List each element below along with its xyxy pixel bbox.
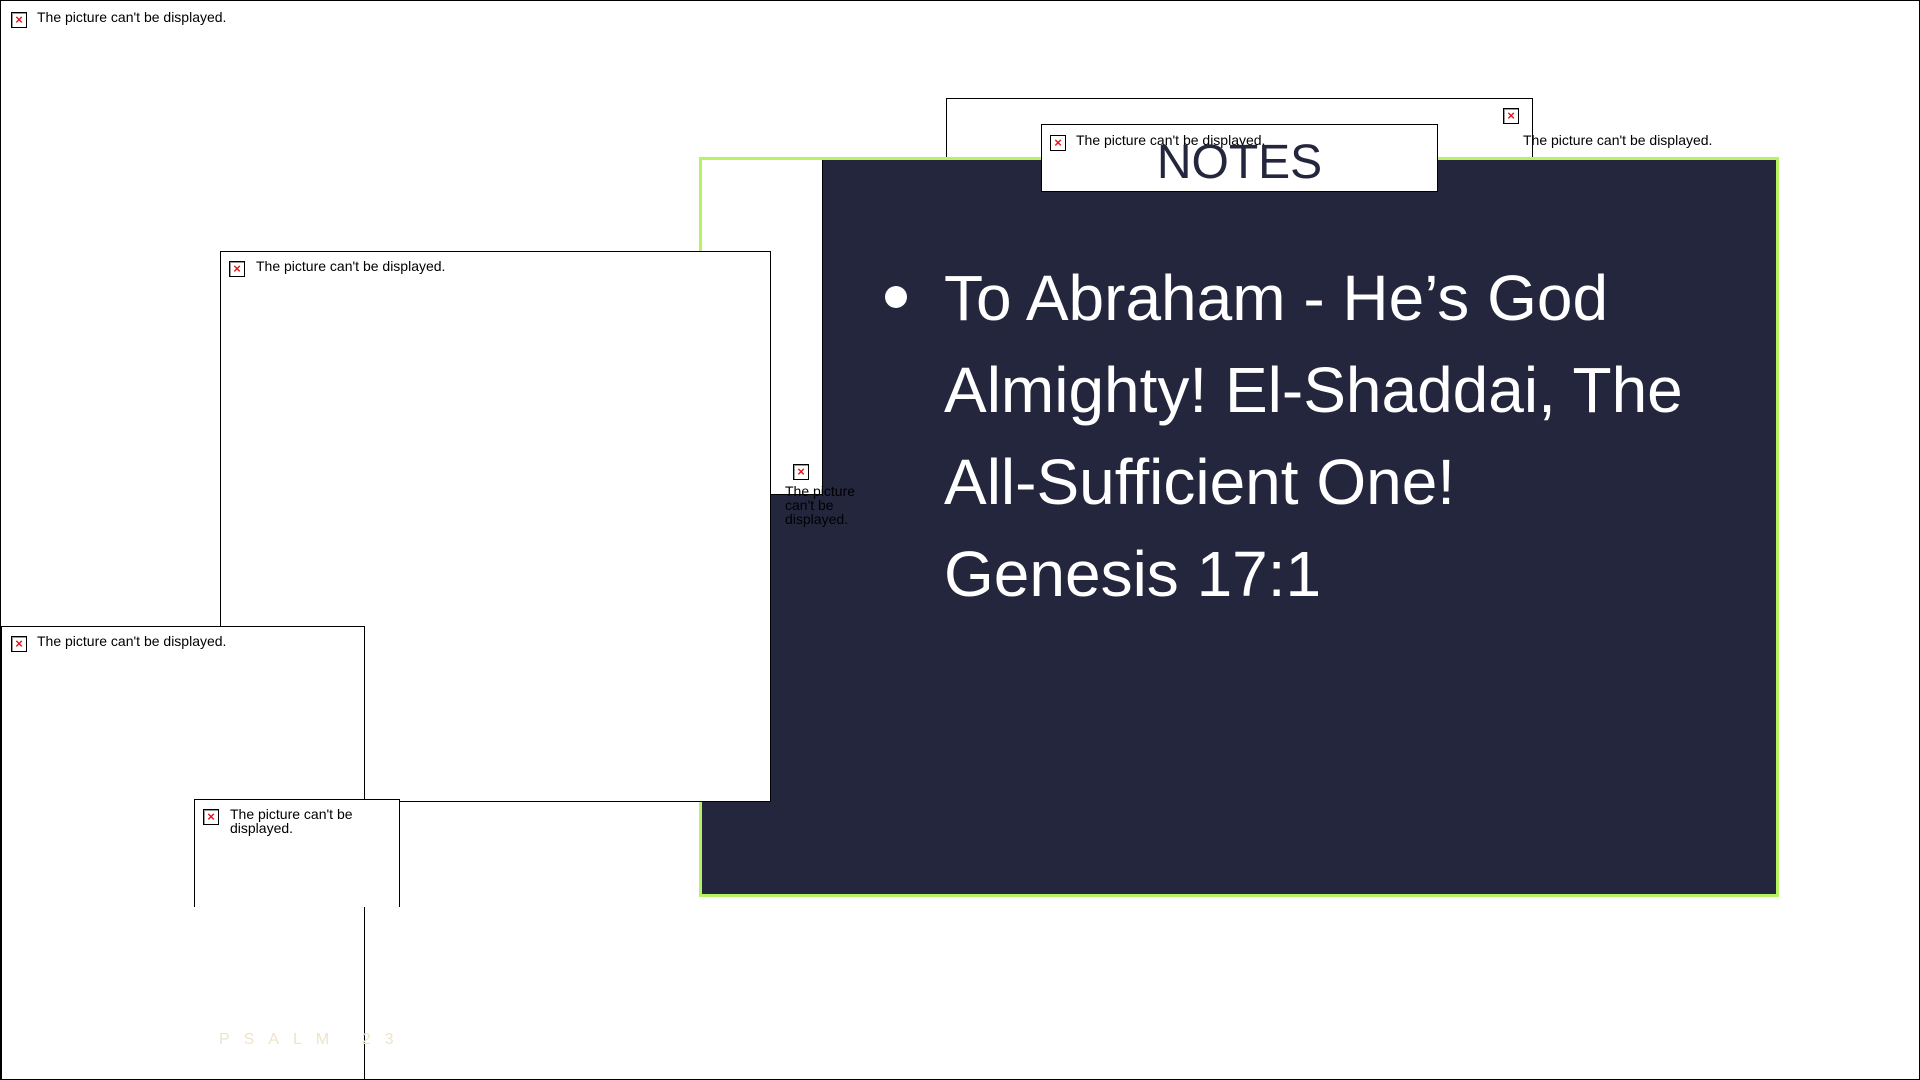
broken-picture-panel-edge: × The picture can't be displayed. [785, 464, 865, 528]
broken-picture-top-right: The picture can't be displayed. [1523, 132, 1723, 152]
broken-picture-message: The picture can't be displayed. [37, 633, 227, 649]
broken-image-icon: × [793, 464, 809, 480]
slide-canvas: × The picture can't be displayed. × The … [0, 0, 1920, 1080]
broken-image-icon: × [203, 809, 219, 825]
broken-image-icon: × [11, 12, 27, 28]
broken-picture-background: × The picture can't be displayed. [9, 9, 269, 33]
broken-picture-message: The picture can't be displayed. [256, 258, 446, 274]
broken-image-icon: × [11, 636, 27, 652]
bullet-icon [885, 286, 907, 308]
notes-title-box: × The picture can't be displayed. NOTES [1041, 124, 1438, 192]
psalm-label: PSALM 23 [219, 1031, 408, 1048]
broken-image-icon: × [1503, 108, 1519, 124]
notes-bullet-text: To Abraham - He’s God Almighty! El-Shadd… [944, 262, 1683, 610]
broken-picture-message: The picture can't be displayed. [785, 483, 856, 527]
broken-picture-message: The picture can't be displayed. [1523, 132, 1713, 148]
broken-picture-bottom-small: × The picture can't be displayed. [194, 799, 400, 907]
broken-picture-message: The picture can't be displayed. [37, 9, 227, 25]
notes-title: NOTES [1156, 136, 1323, 189]
broken-image-icon: × [229, 261, 245, 277]
broken-picture-message: The picture can't be displayed. [230, 806, 353, 836]
